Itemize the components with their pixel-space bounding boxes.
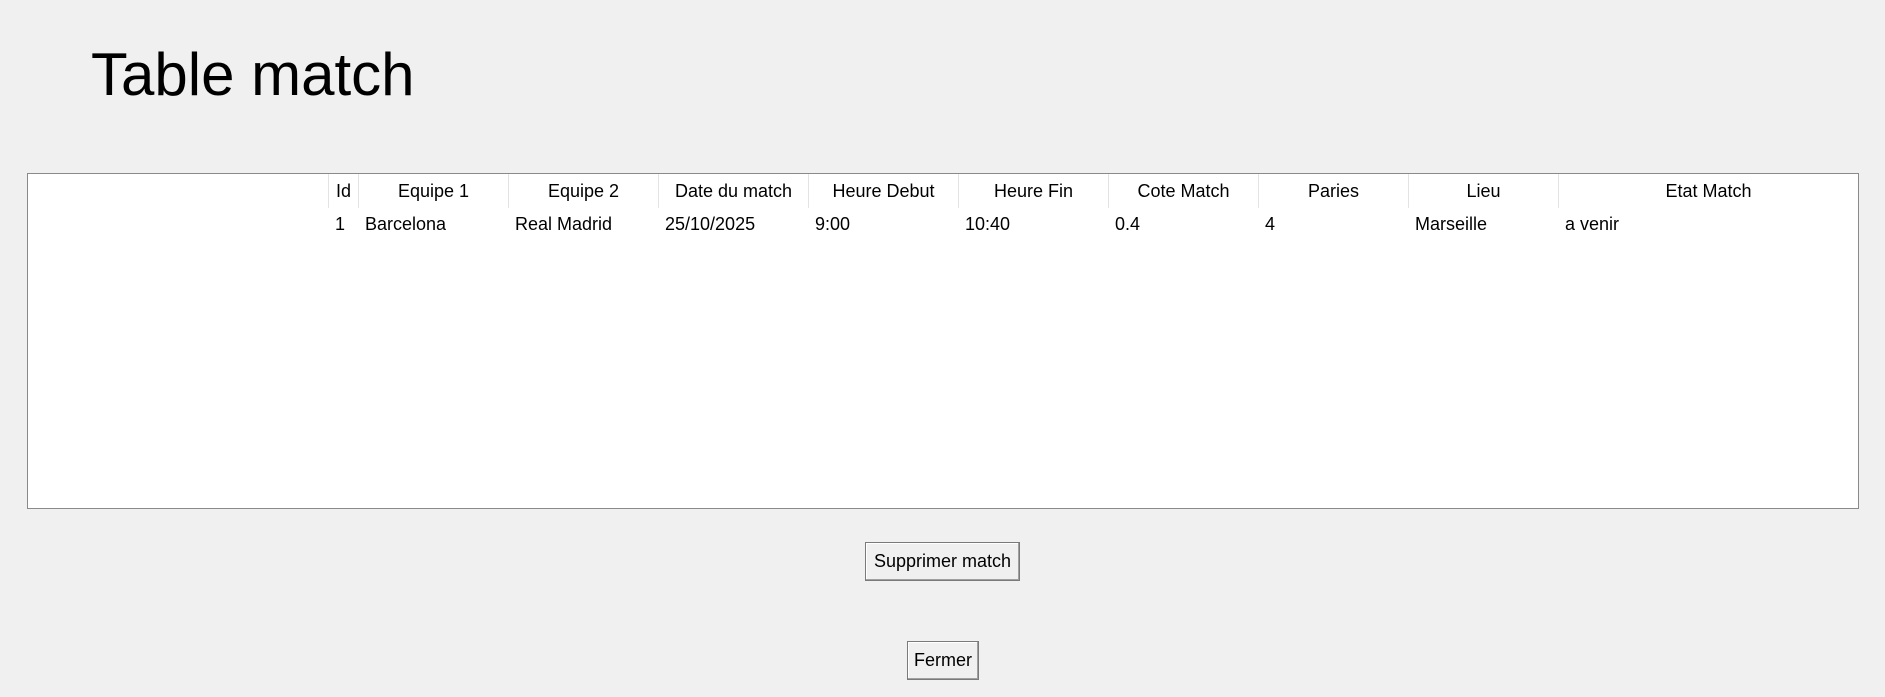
column-header-heure-debut[interactable]: Heure Debut bbox=[808, 174, 958, 208]
table-cell-heure-debut[interactable]: 9:00 bbox=[808, 208, 958, 240]
column-header-etat[interactable]: Etat Match bbox=[1558, 174, 1858, 208]
table-cell-id[interactable]: 1 bbox=[328, 208, 358, 240]
table-cell-etat[interactable]: a venir bbox=[1558, 208, 1858, 240]
column-header-id[interactable]: Id bbox=[328, 174, 358, 208]
column-header-paries[interactable]: Paries bbox=[1258, 174, 1408, 208]
page-title: Table match bbox=[91, 41, 415, 108]
column-header-cote[interactable]: Cote Match bbox=[1108, 174, 1258, 208]
column-header-equipe-2[interactable]: Equipe 2 bbox=[508, 174, 658, 208]
table-cell-lieu[interactable]: Marseille bbox=[1408, 208, 1558, 240]
column-header-heure-fin[interactable]: Heure Fin bbox=[958, 174, 1108, 208]
column-header-date[interactable]: Date du match bbox=[658, 174, 808, 208]
table-cell-paries[interactable]: 4 bbox=[1258, 208, 1408, 240]
match-table-grid: Id Equipe 1 Equipe 2 Date du match Heure… bbox=[328, 174, 1858, 240]
table-cell-cote[interactable]: 0.4 bbox=[1108, 208, 1258, 240]
column-header-equipe-1[interactable]: Equipe 1 bbox=[358, 174, 508, 208]
delete-match-button[interactable]: Supprimer match bbox=[865, 542, 1020, 581]
column-header-lieu[interactable]: Lieu bbox=[1408, 174, 1558, 208]
table-cell-date[interactable]: 25/10/2025 bbox=[658, 208, 808, 240]
table-cell-heure-fin[interactable]: 10:40 bbox=[958, 208, 1108, 240]
table-cell-equipe-1[interactable]: Barcelona bbox=[358, 208, 508, 240]
table-cell-equipe-2[interactable]: Real Madrid bbox=[508, 208, 658, 240]
match-table[interactable]: Id Equipe 1 Equipe 2 Date du match Heure… bbox=[27, 173, 1859, 509]
close-button[interactable]: Fermer bbox=[907, 641, 979, 680]
